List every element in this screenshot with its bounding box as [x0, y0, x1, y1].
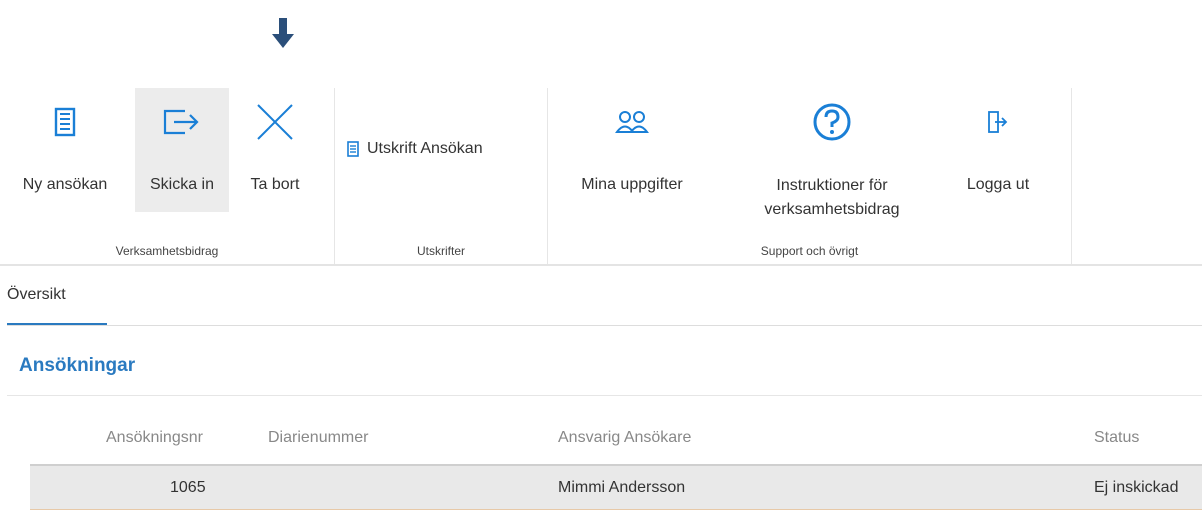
section-title: Ansökningar: [19, 355, 136, 376]
my-details-label: Mina uppgifter: [581, 176, 683, 193]
table-row[interactable]: 1065 Mimmi Andersson Ej inskickad: [30, 464, 1202, 510]
send-icon: [163, 109, 199, 135]
my-details-button[interactable]: Mina uppgifter: [560, 88, 704, 212]
column-header-diarienummer[interactable]: Diarienummer: [268, 429, 368, 447]
group-label-utskrifter: Utskrifter: [417, 244, 465, 258]
tab-bar-divider: [7, 325, 1202, 326]
group-label-verksamhetsbidrag: Verksamhetsbidrag: [115, 244, 219, 258]
column-header-ansvarig-ansokare[interactable]: Ansvarig Ansökare: [558, 429, 691, 447]
logout-label: Logga ut: [966, 176, 1030, 193]
group-label-support: Support och övrigt: [760, 244, 859, 258]
delete-button[interactable]: Ta bort: [236, 88, 314, 212]
instructions-label: Instruktioner för verksamhetsbidrag: [764, 177, 900, 218]
down-arrow-icon: [272, 18, 294, 48]
print-document-icon: [347, 141, 359, 157]
logout-icon: [988, 111, 1008, 133]
section-divider: [7, 395, 1202, 396]
delete-label: Ta bort: [250, 176, 300, 193]
help-icon: [813, 103, 851, 141]
submit-button[interactable]: Skicka in: [135, 88, 229, 212]
group-divider: [1071, 88, 1072, 264]
users-icon: [615, 111, 649, 133]
cell-ansokningsnr: 1065: [170, 479, 206, 496]
ribbon-group-support: Mina uppgifter Instruktioner för verksam…: [548, 88, 1071, 264]
print-application-label: Utskrift Ansökan: [367, 140, 483, 157]
document-icon: [54, 107, 76, 137]
column-header-ansokningsnr[interactable]: Ansökningsnr: [106, 429, 203, 447]
tab-oversikt[interactable]: Översikt: [7, 268, 107, 326]
ribbon-toolbar: Ny ansökan Skicka in Ta bort Verksamhets…: [0, 88, 1202, 266]
print-application-button[interactable]: Utskrift Ansökan: [347, 140, 483, 158]
instructions-button[interactable]: Instruktioner för verksamhetsbidrag: [732, 88, 932, 218]
ribbon-group-verksamhetsbidrag: Ny ansökan Skicka in Ta bort Verksamhets…: [0, 88, 334, 264]
close-icon: [257, 104, 293, 140]
submit-label: Skicka in: [149, 176, 215, 193]
cell-status: Ej inskickad: [1094, 479, 1179, 496]
logout-button[interactable]: Logga ut: [952, 88, 1044, 212]
ribbon-group-utskrifter: Utskrift Ansökan Utskrifter: [335, 88, 547, 264]
column-header-status[interactable]: Status: [1094, 429, 1139, 447]
new-application-button[interactable]: Ny ansökan: [6, 88, 124, 212]
tab-oversikt-label: Översikt: [7, 286, 66, 303]
cell-ansvarig-ansokare: Mimmi Andersson: [558, 479, 686, 496]
page: Ny ansökan Skicka in Ta bort Verksamhets…: [0, 0, 1202, 517]
new-application-label: Ny ansökan: [22, 176, 108, 193]
